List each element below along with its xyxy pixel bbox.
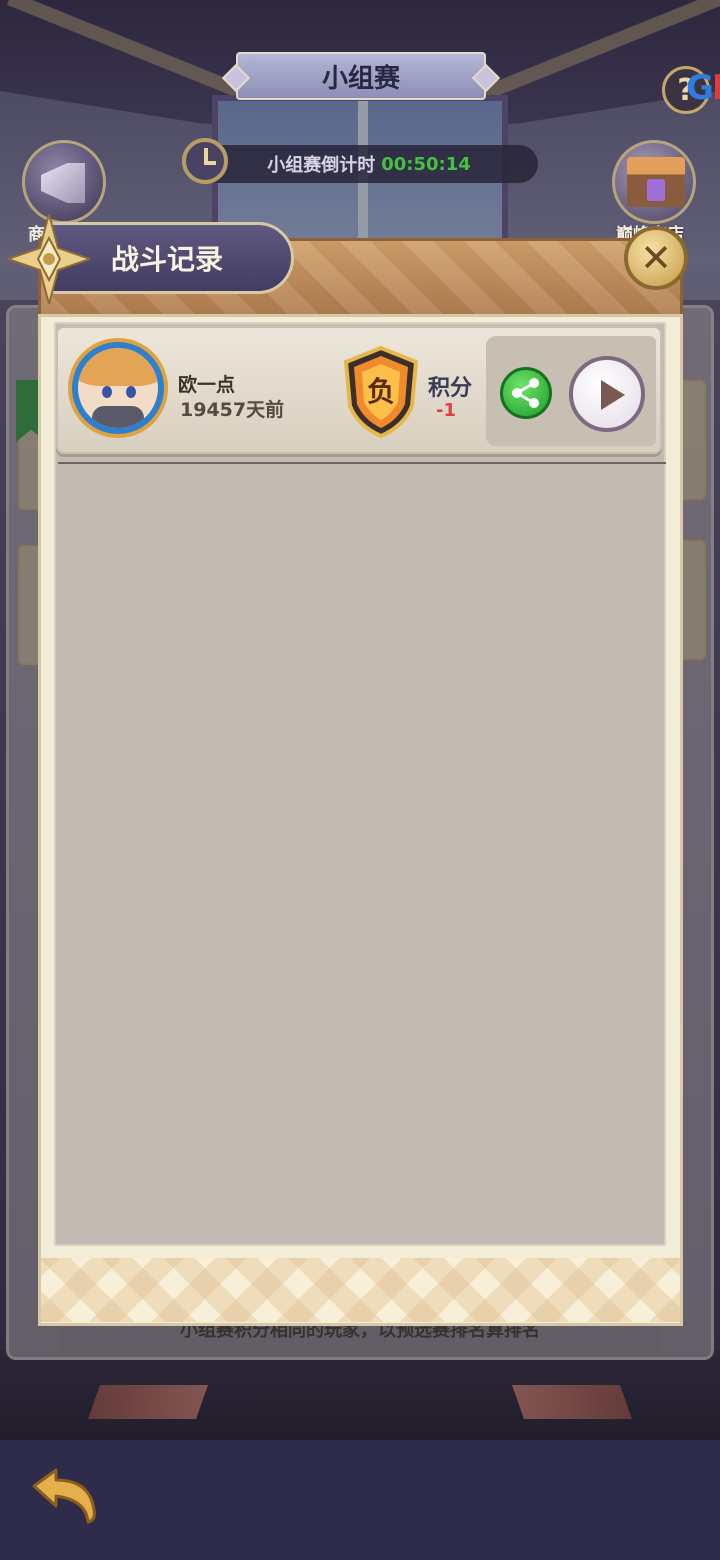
close-button[interactable]: ✕ [624, 226, 688, 290]
clock-icon [182, 138, 228, 184]
back-button[interactable] [30, 1466, 102, 1526]
announcement-button[interactable] [22, 140, 106, 224]
brand-logo-red: H [712, 68, 720, 108]
close-icon: ✕ [640, 236, 672, 280]
replay-button[interactable] [569, 356, 645, 432]
record-list[interactable] [54, 322, 666, 1246]
countdown-time: 00:50:14 [381, 153, 471, 175]
score-change: -1 [436, 400, 456, 421]
bottom-bar [0, 1440, 720, 1560]
brand-logo-blue: G [686, 68, 714, 108]
page-title: 小组赛 [236, 52, 486, 100]
peak-shop-button[interactable] [612, 140, 696, 224]
row-divider [58, 462, 666, 464]
player-avatar [68, 338, 168, 438]
back-arrow-icon [32, 1468, 96, 1524]
player-name: 欧一点 [178, 374, 236, 396]
share-icon [512, 378, 539, 408]
brand-logo: GH [686, 68, 720, 108]
result-label: 负 [366, 375, 395, 408]
record-time-ago: 19457天前 [180, 399, 285, 421]
countdown-bar: 小组赛倒计时 00:50:14 [200, 145, 538, 183]
compass-star-icon [8, 214, 90, 304]
shop-stall-icon [627, 157, 685, 207]
megaphone-icon [41, 163, 85, 203]
modal-footer [41, 1258, 680, 1322]
score-label: 积分 [428, 376, 473, 401]
share-button[interactable] [500, 367, 552, 419]
countdown-label: 小组赛倒计时 [267, 155, 376, 176]
